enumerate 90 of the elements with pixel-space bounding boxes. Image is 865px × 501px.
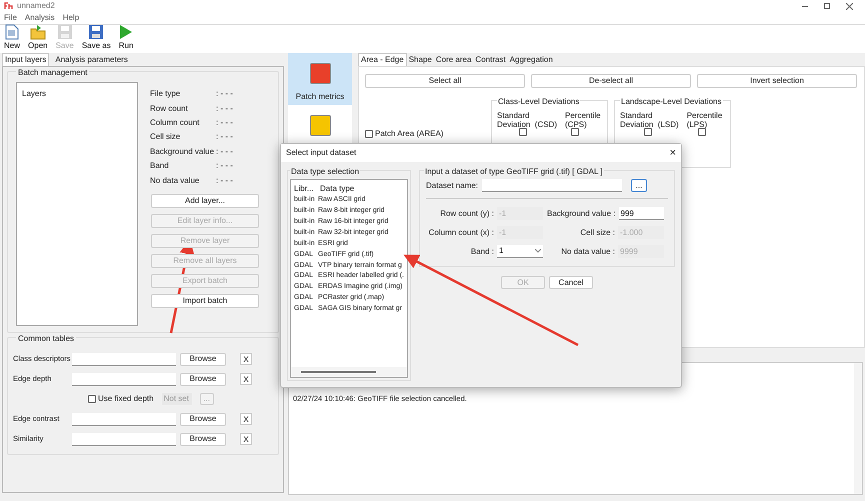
checkbox[interactable]	[571, 128, 579, 136]
dataset-name-field[interactable]	[482, 179, 622, 192]
file-field[interactable]	[72, 372, 176, 386]
browse-button[interactable]: ...	[631, 179, 647, 192]
clear-button[interactable]: X	[240, 433, 252, 445]
field-label: Row count (y) :	[440, 208, 494, 220]
column-header: Data type	[320, 183, 354, 195]
button[interactable]: Select all	[365, 74, 525, 88]
info-value: : - - -	[216, 102, 233, 115]
info-value: : - - -	[216, 116, 233, 129]
info-label: No data value	[150, 174, 200, 187]
field-label: Background value :	[547, 208, 616, 220]
metric-level-item[interactable]: Patch metrics	[288, 53, 352, 105]
button[interactable]: Browse	[180, 372, 226, 386]
dialog-title: Select input dataset	[286, 147, 356, 159]
info-label: Cell size	[150, 131, 182, 144]
checkbox[interactable]	[519, 128, 527, 136]
close-button[interactable]: ×	[670, 148, 676, 158]
info-value: : - - -	[216, 131, 233, 144]
window-title: unnamed2	[17, 0, 55, 12]
group-title: Batch management	[16, 67, 90, 79]
app-logo-icon	[4, 2, 13, 10]
info-label: Column count	[150, 116, 200, 129]
button[interactable]: Browse	[180, 352, 226, 366]
toolbar-button[interactable]: Save as	[82, 24, 111, 52]
info-label: Row count	[150, 102, 189, 115]
column-header: Percentile (CPS)	[565, 111, 601, 129]
play-icon	[119, 24, 134, 40]
field-label: Column count (x) :	[428, 226, 494, 238]
checkbox-label: Use fixed depth	[98, 393, 154, 405]
toolbar-button[interactable]: Run	[118, 24, 134, 52]
button[interactable]: Browse	[180, 412, 226, 426]
number-field[interactable]: 999	[618, 207, 664, 220]
maximize-icon[interactable]	[824, 2, 830, 8]
info-value: : - - -	[216, 160, 233, 172]
scrollbar[interactable]	[854, 363, 862, 494]
checkbox[interactable]	[365, 130, 373, 138]
button[interactable]: Cancel	[549, 276, 593, 289]
metric-label: Patch Area (AREA)	[375, 128, 444, 140]
menu-item[interactable]: Analysis	[24, 12, 55, 24]
band-dropdown[interactable]: 1	[497, 245, 543, 258]
info-label: Background value	[150, 146, 216, 158]
info-label: File type	[150, 88, 182, 100]
column-header: Libr...	[294, 183, 315, 195]
tab[interactable]: Input layers	[2, 53, 50, 66]
checkbox[interactable]	[698, 128, 706, 136]
file-field[interactable]	[72, 352, 176, 366]
close-icon[interactable]	[846, 2, 853, 10]
checkbox[interactable]	[644, 128, 652, 136]
group-title: Data type selection	[290, 166, 360, 178]
tab[interactable]: Contrast	[473, 54, 508, 66]
button[interactable]: De-select all	[531, 74, 691, 88]
scrollbar-thumb[interactable]	[301, 371, 376, 373]
group-title: Input a dataset of type GeoTIFF grid (.tif) [ GDAL ]	[424, 166, 604, 178]
button[interactable]: Browse	[180, 432, 226, 446]
info-label: Band	[150, 160, 170, 172]
field-label: No data value :	[561, 246, 615, 258]
info-value: : - - -	[216, 174, 233, 187]
column-header: Percentile (LPS)	[686, 111, 722, 129]
chevron-down-icon	[535, 249, 541, 253]
clear-button[interactable]: X	[240, 353, 252, 365]
clear-button[interactable]: X	[240, 373, 252, 385]
field-label: Dataset name:	[426, 180, 478, 192]
column-header: Standard Deviation (LSD)	[620, 111, 679, 129]
folder-icon	[30, 24, 46, 40]
tab[interactable]: Analysis parameters	[53, 54, 130, 66]
field-label: Band :	[470, 246, 494, 258]
file-field[interactable]	[72, 412, 176, 426]
checkbox[interactable]	[88, 395, 96, 403]
toolbar-button[interactable]: New	[4, 24, 20, 52]
group-title: Landscape-Level Deviations	[620, 96, 723, 108]
tab[interactable]: Area - Edge	[358, 53, 407, 66]
file-field[interactable]	[72, 432, 176, 446]
clear-button[interactable]: X	[240, 413, 252, 425]
info-value: : - - -	[216, 146, 233, 158]
menu-item[interactable]: File	[4, 12, 17, 24]
button[interactable]: Add layer...	[151, 194, 259, 208]
depth-field[interactable]: Not set	[162, 393, 192, 405]
toolbar-button[interactable]: Open	[28, 24, 48, 52]
button[interactable]: Import batch	[151, 294, 259, 308]
button[interactable]: Invert selection	[697, 74, 857, 88]
tab[interactable]: Core area	[434, 54, 474, 66]
tab[interactable]: Shape	[406, 54, 434, 66]
field-label: Cell size :	[580, 226, 615, 238]
menu-item[interactable]: Help	[62, 12, 80, 24]
tab[interactable]: Aggregation	[508, 54, 555, 66]
layers-list[interactable]: Layers	[16, 82, 138, 326]
list-header: Layers	[22, 89, 46, 98]
info-value: : - - -	[216, 88, 233, 100]
column-header: Standard Deviation (CSD)	[497, 111, 558, 129]
